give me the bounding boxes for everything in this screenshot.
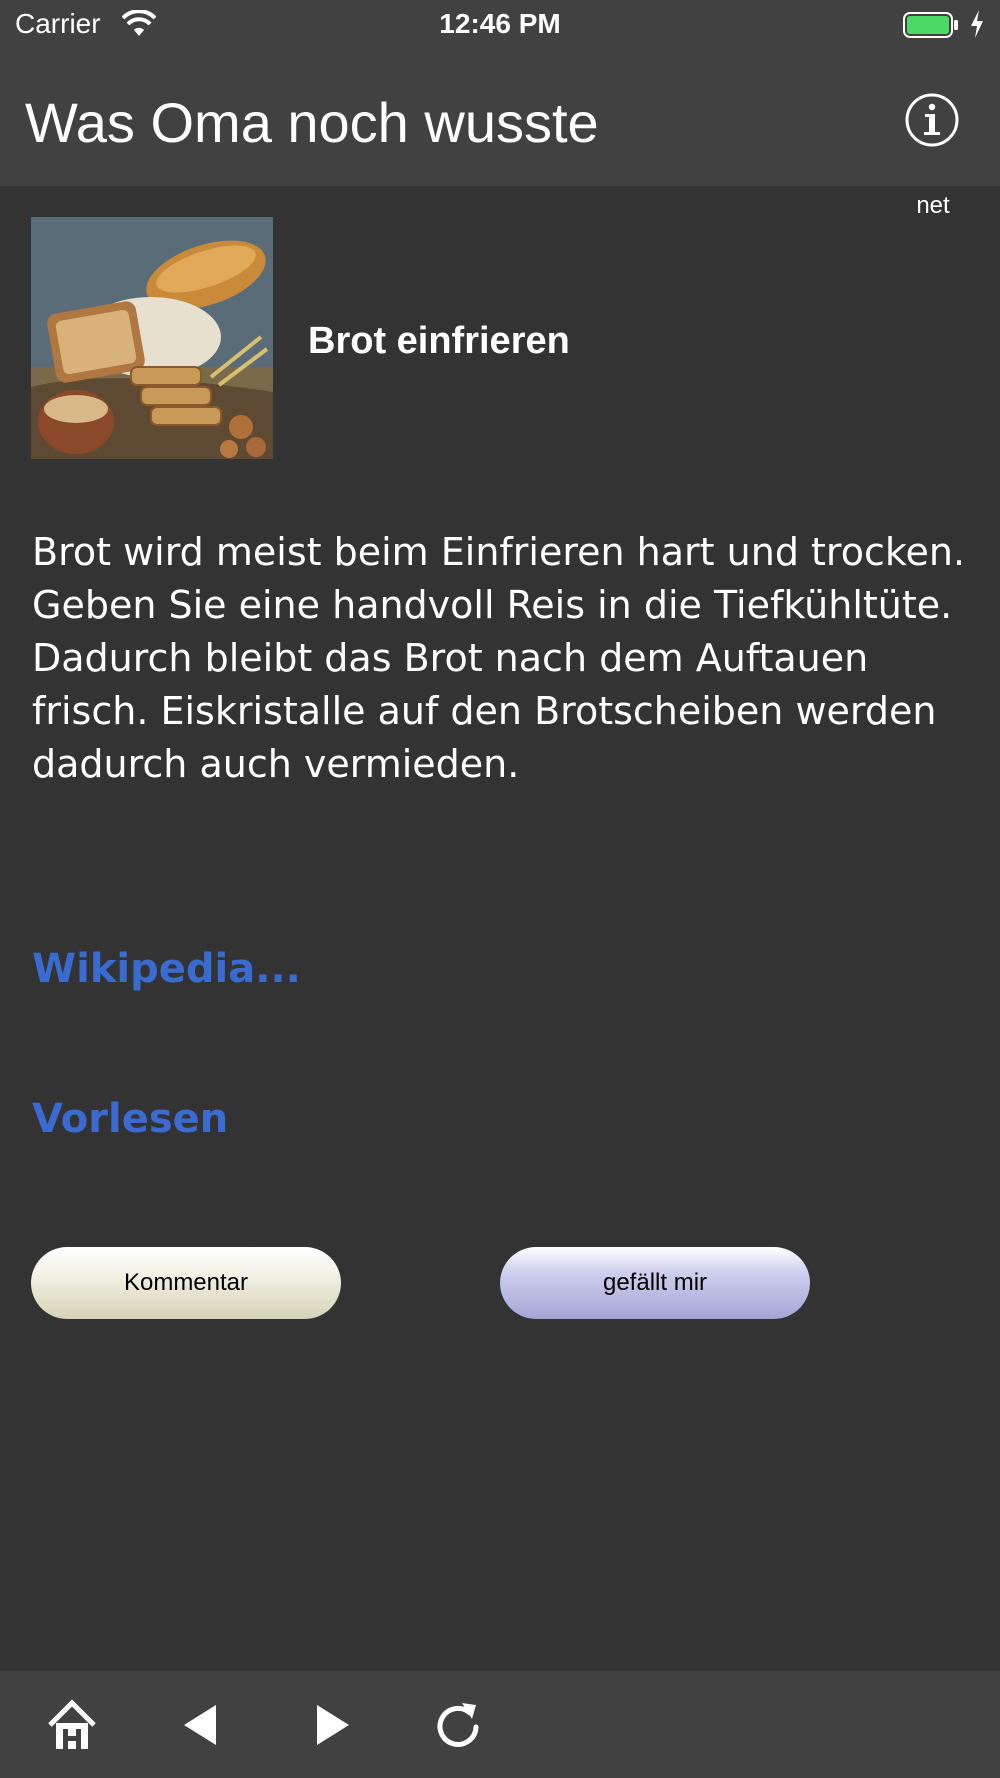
bread-image bbox=[31, 217, 273, 459]
status-bar: Carrier 12:46 PM bbox=[0, 0, 1000, 50]
wikipedia-link[interactable]: Wikipedia... bbox=[32, 946, 301, 992]
back-button[interactable] bbox=[176, 1699, 228, 1751]
nav-bar: Was Oma noch wusste net bbox=[0, 50, 1000, 219]
info-label: net bbox=[916, 192, 950, 219]
bottom-toolbar bbox=[0, 1671, 1000, 1778]
forward-icon bbox=[317, 1705, 349, 1745]
home-button[interactable] bbox=[46, 1699, 98, 1751]
home-icon bbox=[48, 1699, 96, 1749]
reload-button[interactable] bbox=[432, 1699, 484, 1751]
read-aloud-link[interactable]: Vorlesen bbox=[32, 1096, 228, 1142]
battery-icon bbox=[903, 12, 958, 38]
tip-title: Brot einfrieren bbox=[308, 320, 570, 362]
charging-icon bbox=[971, 10, 983, 38]
forward-button[interactable] bbox=[305, 1699, 357, 1751]
clock: 12:46 PM bbox=[439, 8, 561, 39]
info-icon bbox=[905, 93, 959, 147]
reload-icon bbox=[437, 1703, 479, 1747]
comment-button[interactable]: Kommentar bbox=[31, 1247, 341, 1319]
back-icon bbox=[184, 1705, 216, 1745]
page-title: Was Oma noch wusste bbox=[25, 91, 599, 154]
tip-body: Brot wird meist beim Einfrieren hart und… bbox=[32, 530, 966, 786]
info-button[interactable]: net bbox=[900, 92, 964, 232]
like-button[interactable]: gefällt mir bbox=[500, 1247, 810, 1319]
